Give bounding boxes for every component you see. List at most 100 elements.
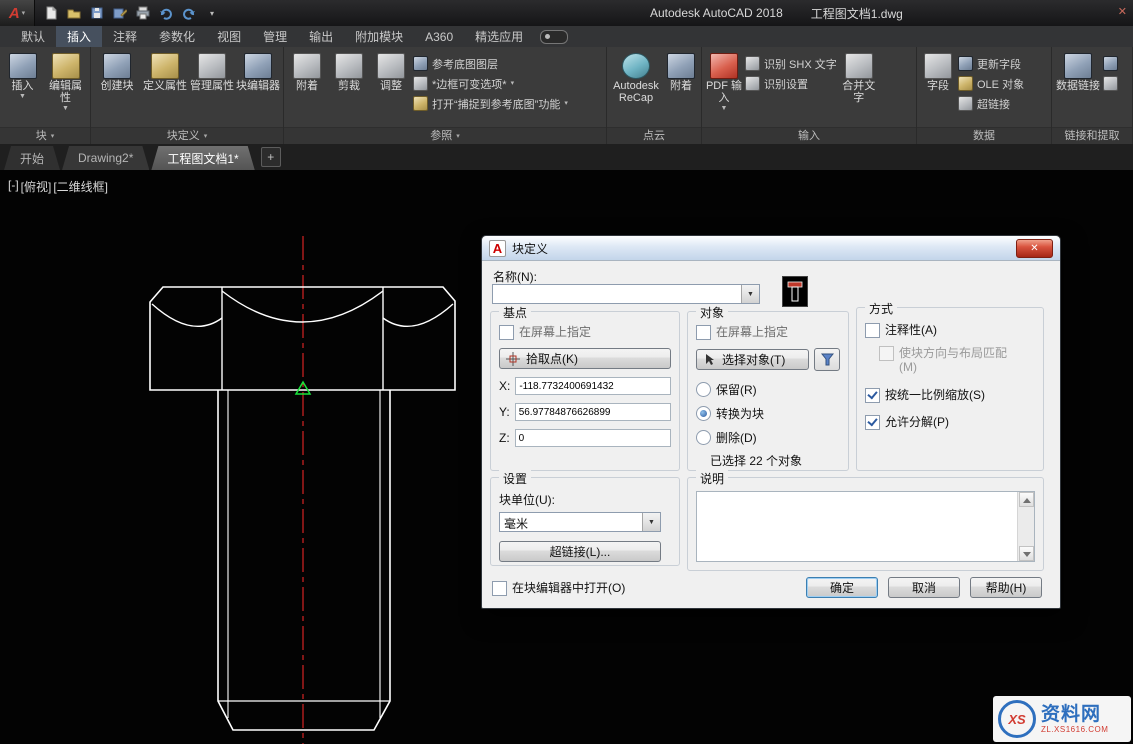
chevron-down-icon[interactable]: ▼ [642,513,660,531]
combine-text-button[interactable]: 合并文字 [839,50,879,104]
uniform-scale-checkbox[interactable]: 按统一比例缩放(S) [865,388,1037,403]
edit-attribute-button[interactable]: 编辑属性 ▼ [44,50,87,112]
ok-button[interactable]: 确定 [806,577,878,598]
pdf-import-button[interactable]: PDF 输入 ▼ [705,50,743,112]
viewport-menu-control[interactable]: [-] [8,178,19,195]
open-in-block-editor-checkbox[interactable]: 在块编辑器中打开(O) [492,581,625,596]
head-arc-right[interactable] [383,304,453,326]
frame-option-button[interactable]: *边框可变选项* ▾ [413,75,568,92]
block-editor-button[interactable]: 块编辑器 [236,50,280,92]
block-name-combo[interactable]: ▼ [492,284,760,304]
convert-to-block-radio[interactable]: 转换为块 [696,405,840,422]
z-coordinate-input[interactable] [515,429,671,447]
file-tab-start[interactable]: 开始 [4,146,60,170]
x-coordinate-input[interactable] [515,377,671,395]
panel-title-import[interactable]: 输入 [702,127,916,144]
tab-annotate[interactable]: 注释 [102,26,148,47]
data-link-icon [1064,53,1092,79]
tab-featured-apps[interactable]: 精选应用 [464,26,534,47]
block-unit-value[interactable]: 毫米 [500,513,642,531]
y-coordinate-input[interactable] [515,403,671,421]
ribbon-options-icon[interactable] [540,30,568,44]
undo-button[interactable] [156,3,176,23]
autodesk-recap-button[interactable]: Autodesk ReCap [610,50,662,104]
tab-manage[interactable]: 管理 [252,26,298,47]
open-file-button[interactable] [64,3,84,23]
tab-a360[interactable]: A360 [414,26,464,47]
match-orientation-checkbox[interactable]: 使块方向与布局匹配(M) [879,346,1009,374]
window-close-button[interactable]: ✕ [1118,5,1127,18]
head-arc-left[interactable] [152,304,222,326]
application-menu-button[interactable]: A ▾ [0,0,35,26]
scroll-up-icon[interactable] [1019,492,1034,507]
description-textarea[interactable] [696,491,1035,562]
tab-default[interactable]: 默认 [10,26,56,47]
bolt-shank-outline[interactable] [218,390,390,730]
quick-select-button[interactable] [814,348,840,371]
description-scrollbar[interactable] [1017,492,1034,561]
save-as-button[interactable] [110,3,130,23]
ole-object-icon [958,76,973,91]
annotative-checkbox[interactable]: 注释性(A) [865,323,1037,338]
view-control[interactable]: [俯视] [21,178,52,195]
block-name-input[interactable] [493,285,741,303]
underlay-layers-button[interactable]: 参考底图图层 [413,55,568,72]
block-unit-combo[interactable]: 毫米 ▼ [499,512,661,532]
retain-radio[interactable]: 保留(R) [696,381,840,398]
pick-point-button[interactable]: 拾取点(K) [499,348,671,369]
attach-reference-button[interactable]: 附着 [287,50,327,92]
cancel-button[interactable]: 取消 [888,577,960,598]
help-button[interactable]: 帮助(H) [970,577,1042,598]
select-objects-button[interactable]: 选择对象(T) [696,349,809,370]
hyperlink-dialog-button[interactable]: 超链接(L)... [499,541,661,562]
hyperlink-button[interactable]: 超链接 [958,95,1024,112]
linking-extra-button[interactable] [1103,55,1118,72]
new-tab-button[interactable]: + [261,147,281,167]
visual-style-control[interactable]: [二维线框] [53,178,108,195]
create-block-button[interactable]: 创建块 [94,50,140,92]
basepoint-onscreen-checkbox[interactable]: 在屏幕上指定 [499,325,671,340]
define-attribute-button[interactable]: 定义属性 [142,50,188,92]
description-text[interactable] [697,492,1017,561]
file-tab-document1[interactable]: 工程图文档1* [151,146,254,170]
file-tab-drawing2[interactable]: Drawing2* [62,146,149,170]
tab-insert[interactable]: 插入 [56,26,102,47]
pointcloud-attach-button[interactable]: 附着 [664,50,698,92]
plot-button[interactable] [133,3,153,23]
insert-block-button[interactable]: 插入 ▼ [3,50,42,100]
update-fields-button[interactable]: 更新字段 [958,55,1024,72]
tab-output[interactable]: 输出 [298,26,344,47]
allow-explode-checkbox[interactable]: 允许分解(P) [865,415,1037,430]
panel-title-reference[interactable]: 参照▾ [284,127,606,144]
row-label: 识别设置 [764,76,808,92]
tab-addins[interactable]: 附加模块 [344,26,414,47]
panel-title-data[interactable]: 数据 [917,127,1051,144]
data-link-button[interactable]: 数据链接 [1055,50,1101,92]
adjust-button[interactable]: 调整 [371,50,411,92]
qat-customize-button[interactable]: ▾ [202,3,222,23]
linking-extra-button-2[interactable] [1103,75,1118,92]
tab-parametric[interactable]: 参数化 [148,26,206,47]
new-file-button[interactable] [41,3,61,23]
dialog-titlebar[interactable]: A 块定义 ✕ [482,236,1060,261]
objects-onscreen-checkbox[interactable]: 在屏幕上指定 [696,325,840,340]
recognize-shx-button[interactable]: 识别 SHX 文字 [745,55,837,72]
panel-title-block-definition[interactable]: 块定义▾ [91,127,283,144]
snap-to-underlay-button[interactable]: 打开“捕捉到参考底图”功能 ▾ [413,95,568,112]
panel-title-linking[interactable]: 链接和提取 [1052,127,1132,144]
field-button[interactable]: 字段 [920,50,956,92]
scroll-down-icon[interactable] [1019,546,1034,561]
panel-title-point-cloud[interactable]: 点云 [607,127,701,144]
recognition-settings-button[interactable]: 识别设置 [745,75,837,92]
redo-button[interactable] [179,3,199,23]
model-space-canvas[interactable]: [-] [俯视] [二维线框] A 块定义 [0,170,1133,744]
manage-attributes-button[interactable]: 管理属性 [190,50,234,92]
ole-object-button[interactable]: OLE 对象 [958,75,1024,92]
panel-title-block[interactable]: 块▾ [0,127,90,144]
clip-button[interactable]: 剪裁 [329,50,369,92]
save-button[interactable] [87,3,107,23]
tab-view[interactable]: 视图 [206,26,252,47]
dialog-close-button[interactable]: ✕ [1016,239,1053,258]
chevron-down-icon[interactable]: ▼ [741,285,759,303]
delete-radio[interactable]: 删除(D) [696,429,840,446]
